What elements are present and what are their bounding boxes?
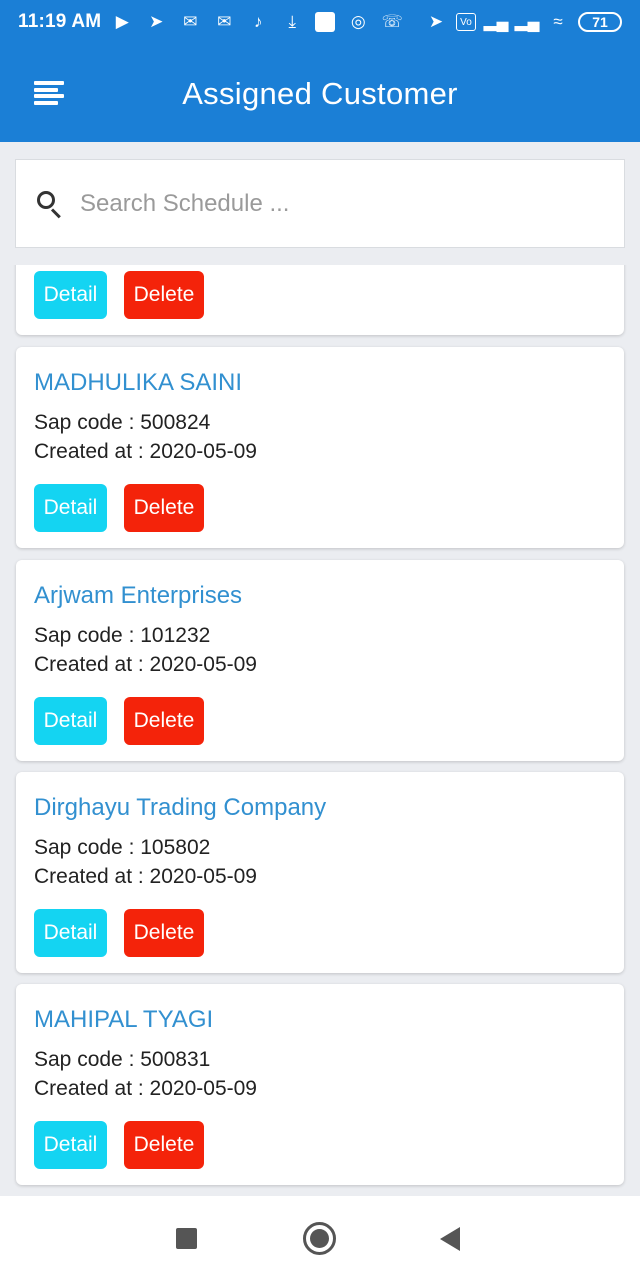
download-icon: ⤓ [288, 12, 297, 31]
delete-button[interactable]: Delete [124, 484, 204, 532]
search-bar[interactable] [15, 159, 625, 248]
system-nav-bar [0, 1196, 640, 1280]
customer-card: MAHIPAL TYAGI Sap code : 500831 Created … [16, 984, 624, 1185]
customer-card-partial: Detail Delete [16, 265, 624, 335]
delete-button[interactable]: Delete [124, 909, 204, 957]
app-bar: Assigned Customer [0, 50, 640, 142]
recents-square-icon[interactable] [176, 1228, 197, 1249]
customer-name[interactable]: Dirghayu Trading Company [34, 794, 326, 822]
signal-icon: ▂▄ [514, 12, 540, 31]
notification-icons: ▶ ➤ ✉ ✉ ♪ ⤓ ◎ ☏ [111, 11, 403, 33]
whatsapp-icon: ☏ [381, 12, 403, 31]
delete-button[interactable]: Delete [124, 697, 204, 745]
created-at: Created at : 2020-05-09 [34, 653, 257, 676]
back-triangle-icon[interactable] [440, 1227, 460, 1251]
play-icon: ▶ [115, 12, 129, 31]
sap-code: Sap code : 105802 [34, 836, 211, 859]
battery-icon: 71 [578, 12, 622, 32]
telegram-icon: ➤ [149, 12, 164, 31]
customer-card: Arjwam Enterprises Sap code : 101232 Cre… [16, 560, 624, 761]
location-target-icon: ◎ [350, 12, 366, 31]
tiktok-icon: ♪ [254, 12, 263, 31]
customer-list[interactable]: Detail Delete MADHULIKA SAINI Sap code :… [0, 265, 640, 1195]
navigation-icon: ➤ [428, 12, 444, 31]
created-at: Created at : 2020-05-09 [34, 440, 257, 463]
app-icon [315, 12, 336, 32]
customer-name[interactable]: Arjwam Enterprises [34, 582, 242, 610]
detail-button[interactable]: Detail [34, 271, 107, 319]
sap-code: Sap code : 101232 [34, 624, 211, 647]
status-bar: 11:19 AM ▶ ➤ ✉ ✉ ♪ ⤓ ◎ ☏ ➤ Vo ▂▄ ▂▄ ≈ 71 [0, 0, 640, 44]
page-title: Assigned Customer [182, 76, 458, 111]
gmail-icon: ✉ [217, 12, 232, 31]
wifi-icon: ≈ [553, 12, 563, 31]
customer-card: MADHULIKA SAINI Sap code : 500824 Create… [16, 347, 624, 548]
detail-button[interactable]: Detail [34, 484, 107, 532]
sap-code: Sap code : 500831 [34, 1048, 211, 1071]
home-circle-icon[interactable] [303, 1222, 336, 1255]
sap-code: Sap code : 500824 [34, 411, 211, 434]
created-at: Created at : 2020-05-09 [34, 1077, 257, 1100]
detail-button[interactable]: Detail [34, 1121, 107, 1169]
customer-name[interactable]: MADHULIKA SAINI [34, 369, 242, 397]
top-bar: 11:19 AM ▶ ➤ ✉ ✉ ♪ ⤓ ◎ ☏ ➤ Vo ▂▄ ▂▄ ≈ 71… [0, 0, 640, 142]
customer-name[interactable]: MAHIPAL TYAGI [34, 1006, 213, 1034]
status-time: 11:19 AM [18, 11, 102, 32]
search-icon [36, 190, 64, 218]
gmail-icon: ✉ [183, 12, 198, 31]
system-icons: ➤ Vo ▂▄ ▂▄ ≈ 71 [425, 11, 622, 33]
volte-icon: Vo [456, 13, 476, 31]
customer-card: Dirghayu Trading Company Sap code : 1058… [16, 772, 624, 973]
delete-button[interactable]: Delete [124, 1121, 204, 1169]
signal-icon: ▂▄ [483, 12, 509, 31]
delete-button[interactable]: Delete [124, 271, 204, 319]
search-input[interactable] [80, 189, 580, 218]
detail-button[interactable]: Detail [34, 697, 107, 745]
detail-button[interactable]: Detail [34, 909, 107, 957]
created-at: Created at : 2020-05-09 [34, 865, 257, 888]
